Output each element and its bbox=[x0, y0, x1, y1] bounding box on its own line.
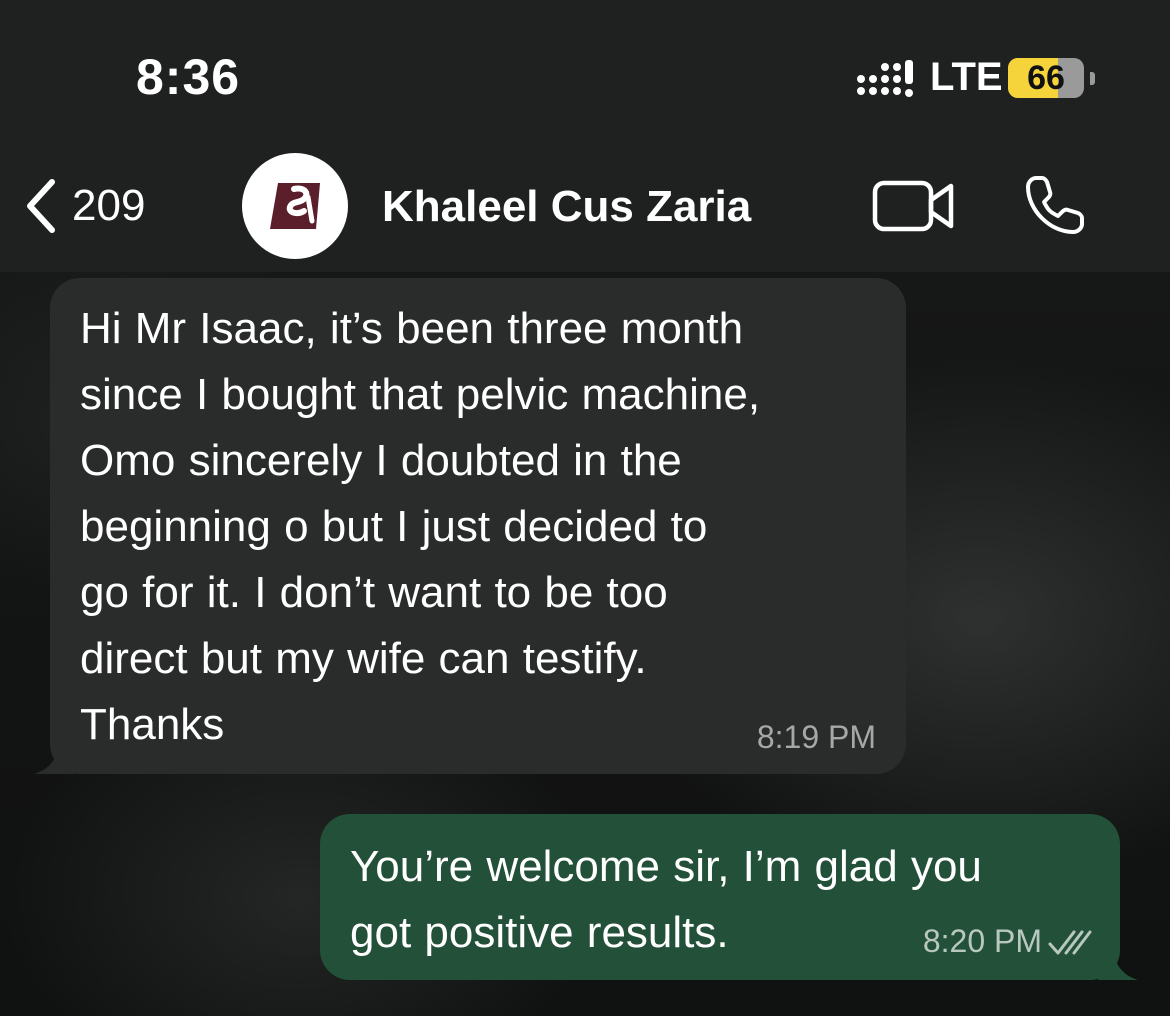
double-check-icon bbox=[1048, 930, 1092, 955]
message-timestamp: 8:19 PM bbox=[756, 719, 876, 755]
bubble-tail bbox=[1098, 954, 1138, 980]
chat-header: 8:36 LTE 66 209 Khaleel Cus Zaria bbox=[0, 0, 1170, 272]
chevron-left-icon bbox=[27, 179, 55, 233]
unread-count: 209 bbox=[72, 181, 146, 230]
phone-icon[interactable] bbox=[1022, 174, 1086, 238]
outgoing-message[interactable]: You’re welcome sir, I’m glad you got pos… bbox=[320, 814, 1138, 980]
battery-nub bbox=[1090, 72, 1095, 85]
chat-screen: 8:36 LTE 66 209 Khaleel Cus Zaria Hi Mr … bbox=[0, 0, 1170, 1016]
bubble-tail bbox=[34, 748, 74, 774]
message-text: Hi Mr Isaac, it’s been three month since… bbox=[80, 304, 761, 749]
back-button[interactable]: 209 bbox=[22, 170, 145, 242]
battery-percentage: 66 bbox=[1027, 59, 1065, 97]
contact-name[interactable]: Khaleel Cus Zaria bbox=[382, 182, 751, 232]
battery-icon: 66 bbox=[1008, 58, 1084, 98]
cellular-signal-icon bbox=[857, 60, 913, 97]
network-type: LTE bbox=[930, 55, 1003, 99]
contact-avatar[interactable] bbox=[242, 153, 348, 259]
incoming-message[interactable]: Hi Mr Isaac, it’s been three month since… bbox=[34, 278, 906, 774]
logo-avatar bbox=[270, 183, 320, 229]
status-time: 8:36 bbox=[136, 49, 241, 105]
message-timestamp: 8:20 PM bbox=[922, 923, 1042, 959]
video-camera-icon[interactable] bbox=[872, 178, 956, 234]
battery-indicator: 66 bbox=[1008, 58, 1095, 98]
